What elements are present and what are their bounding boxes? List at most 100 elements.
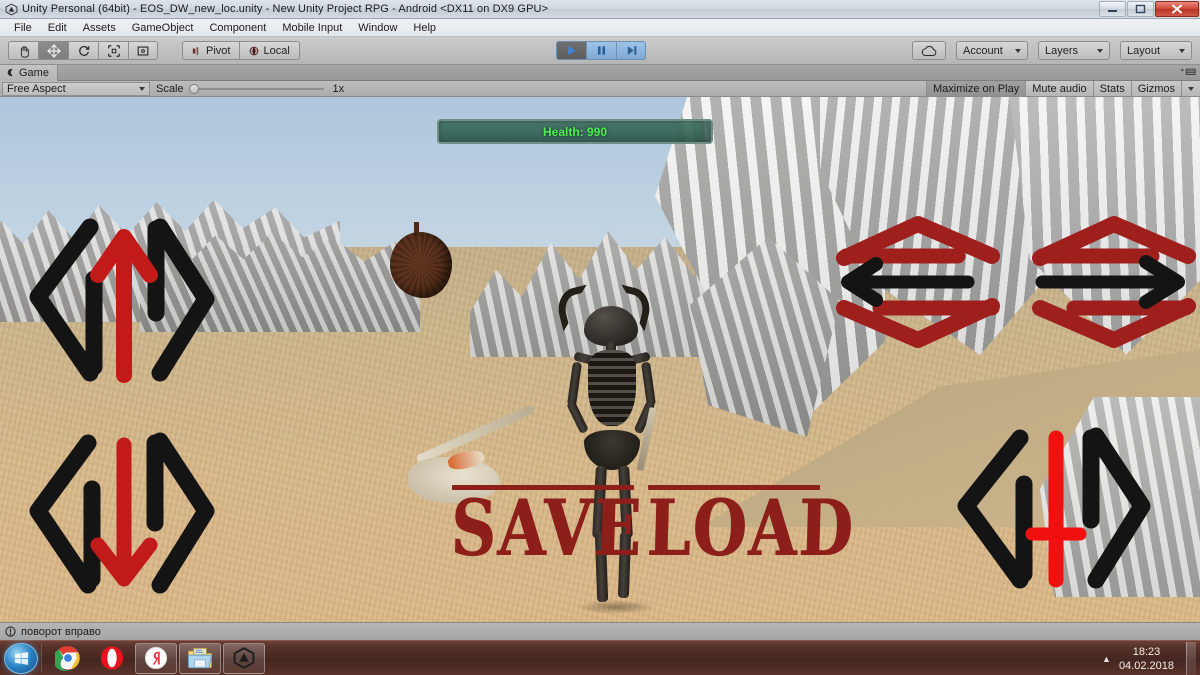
taskbar-yandex[interactable] (135, 642, 177, 674)
layers-label: Layers (1045, 44, 1079, 57)
chrome-icon (55, 646, 80, 671)
pivot-button[interactable]: Pivot (182, 41, 240, 60)
save-button[interactable]: SAVE (450, 483, 644, 574)
scale-tool-button[interactable] (98, 41, 128, 60)
mute-audio-button[interactable]: Mute audio (1025, 81, 1093, 96)
pivot-toggle-group: Pivot Local (182, 41, 300, 60)
taskbar-divider (41, 644, 42, 672)
menu-help[interactable]: Help (405, 20, 444, 36)
status-message: поворот вправо (21, 625, 101, 638)
menu-bar: File Edit Assets GameObject Component Mo… (0, 19, 1200, 37)
maximize-on-play-button[interactable]: Maximize on Play (926, 81, 1026, 96)
rect-transform-tool-button[interactable] (128, 41, 158, 60)
menu-edit[interactable]: Edit (40, 20, 75, 36)
title-bar: Unity Personal (64bit) - EOS_DW_new_loc.… (0, 0, 1200, 19)
move-forward-control[interactable] (20, 217, 220, 387)
scale-control: Scale 1x (156, 83, 344, 95)
pause-button[interactable] (586, 41, 616, 60)
layout-dropdown[interactable]: Layout (1120, 41, 1192, 60)
aspect-ratio-label: Free Aspect (7, 82, 66, 95)
unity-icon (233, 647, 255, 669)
menu-window[interactable]: Window (350, 20, 405, 36)
start-button[interactable] (4, 642, 38, 674)
game-view-options: Maximize on Play Mute audio Stats Gizmos (926, 81, 1200, 96)
warning-icon (5, 626, 16, 637)
taskbar-chrome[interactable] (47, 643, 89, 674)
taskbar-unity[interactable] (223, 642, 265, 674)
play-button[interactable] (556, 41, 586, 60)
local-button[interactable]: Local (239, 41, 300, 60)
arm-left-lower (566, 399, 589, 435)
gizmos-dropdown[interactable] (1181, 81, 1200, 96)
menu-component[interactable]: Component (201, 20, 274, 36)
taskbar-explorer[interactable] (179, 642, 221, 674)
unity-logo-icon (4, 2, 18, 16)
globe-icon (250, 46, 259, 55)
panel-menu-button[interactable] (1180, 68, 1200, 77)
system-tray: ▲ 18:23 04.02.2018 (1102, 641, 1200, 675)
menu-file[interactable]: File (6, 20, 40, 36)
pelvis (584, 430, 640, 470)
clock-time: 18:23 (1132, 645, 1161, 658)
maximize-button[interactable] (1127, 1, 1154, 17)
rotate-tool-button[interactable] (68, 41, 98, 60)
bracket-right-icon (1087, 427, 1151, 589)
aspect-ratio-dropdown[interactable]: Free Aspect (2, 81, 150, 96)
scale-label: Scale (156, 82, 184, 95)
clock[interactable]: 18:23 04.02.2018 (1119, 645, 1174, 673)
account-label: Account (963, 44, 1003, 57)
game-viewport[interactable]: Health: 990 SAVE LOAD (0, 97, 1200, 622)
load-button[interactable]: LOAD (646, 483, 856, 574)
scale-slider[interactable] (188, 83, 324, 95)
chevron-down-icon (1097, 48, 1103, 53)
panel-tab-strip: Game (0, 64, 1200, 81)
bracket-right-icon (151, 432, 215, 594)
windows-logo-icon (14, 651, 28, 665)
pivot-icon (192, 46, 199, 55)
toolbar-right-group: Account Layers Layout (912, 41, 1192, 60)
bracket-left-icon (29, 434, 97, 594)
move-tool-button[interactable] (38, 41, 68, 60)
hand-tool-button[interactable] (8, 41, 38, 60)
folder-icon (188, 647, 213, 669)
show-desktop-button[interactable] (1186, 642, 1196, 675)
unity-editor-window: Unity Personal (64bit) - EOS_DW_new_loc.… (0, 0, 1200, 675)
chevron-down-icon (1179, 48, 1185, 53)
cloud-services-button[interactable] (912, 41, 946, 60)
transform-tool-group (8, 41, 158, 60)
game-view-icon (7, 68, 13, 77)
turn-right-control[interactable] (1026, 212, 1200, 352)
layers-dropdown[interactable]: Layers (1038, 41, 1110, 60)
save-label: SAVE (449, 482, 644, 574)
minimize-button[interactable] (1099, 1, 1126, 17)
attack-control[interactable] (946, 422, 1166, 592)
window-controls (1099, 1, 1199, 17)
menu-gameobject[interactable]: GameObject (124, 20, 202, 36)
turn-left-control[interactable] (828, 212, 1008, 352)
bracket-left-icon (957, 429, 1029, 589)
gizmos-button[interactable]: Gizmos (1130, 81, 1181, 96)
stats-button[interactable]: Stats (1092, 81, 1131, 96)
close-button[interactable] (1155, 1, 1199, 17)
move-backward-control[interactable] (20, 427, 220, 597)
panel-menu-icon (1180, 68, 1196, 75)
tab-game[interactable]: Game (0, 64, 58, 81)
chevron-down-icon (1188, 86, 1194, 91)
bracket-right-icon (151, 218, 215, 382)
chevron-down-icon (1015, 48, 1021, 53)
chevron-down-icon (139, 86, 145, 91)
step-button[interactable] (616, 41, 646, 60)
account-dropdown[interactable]: Account (956, 41, 1028, 60)
scale-slider-track (188, 87, 324, 90)
tray-expand-button[interactable]: ▲ (1102, 654, 1111, 664)
clock-date: 04.02.2018 (1118, 659, 1174, 672)
windows-taskbar: ▲ 18:23 04.02.2018 (0, 640, 1200, 675)
opera-icon (100, 646, 124, 670)
menu-mobile-input[interactable]: Mobile Input (274, 20, 350, 36)
status-bar[interactable]: поворот вправо (0, 622, 1200, 640)
menu-assets[interactable]: Assets (75, 20, 124, 36)
scale-slider-knob[interactable] (188, 83, 199, 94)
game-view-toolbar: Free Aspect Scale 1x Maximize on Play Mu… (0, 81, 1200, 97)
taskbar-opera[interactable] (91, 643, 133, 674)
arm-left-upper (566, 361, 583, 407)
